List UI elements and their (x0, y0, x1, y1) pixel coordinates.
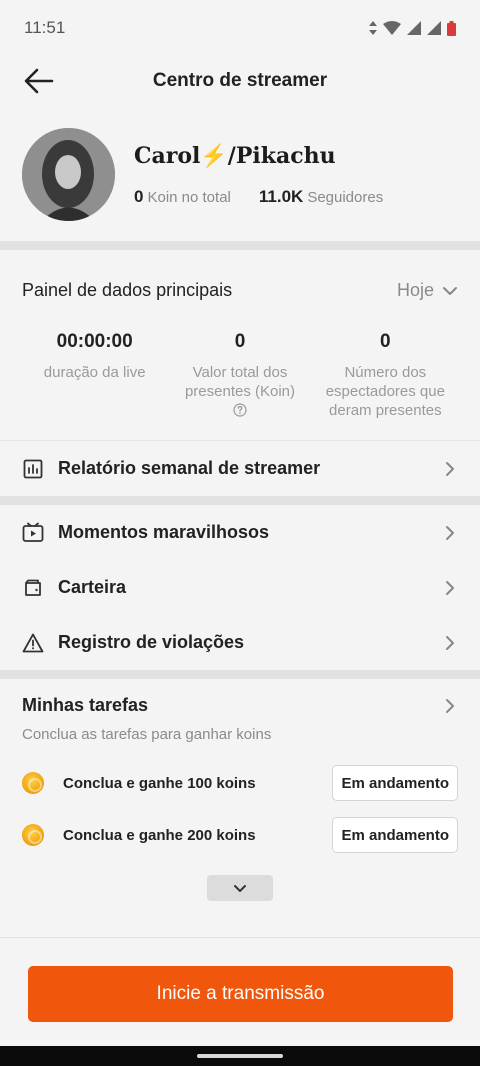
followers-label: Seguidores (307, 188, 384, 206)
tasks-subtitle: Conclua as tarefas para ganhar koins (22, 726, 272, 743)
coin-icon (22, 824, 44, 846)
profile-section: Carol⚡/Pikachu 0 Koin no total 11.0K Segui… (0, 106, 480, 241)
chevron-right-icon (442, 635, 458, 651)
signal-icon (407, 21, 421, 35)
task-status-button[interactable]: Em andamento (332, 817, 458, 853)
weekly-report-label: Relatório semanal de streamer (58, 458, 321, 478)
status-icons (369, 20, 456, 36)
avatar[interactable] (22, 128, 115, 221)
battery-icon (447, 20, 456, 36)
status-time: 11:51 (24, 18, 66, 37)
tasks-section: Minhas tarefas Conclua as tarefas para g… (0, 679, 480, 901)
home-handle[interactable] (197, 1054, 283, 1058)
wifi-icon (383, 21, 401, 35)
tasks-header[interactable]: Minhas tarefas (22, 695, 458, 716)
wallet-row[interactable]: Carteira (0, 560, 480, 615)
tasks-title: Minhas tarefas (22, 695, 149, 715)
status-bar: 11:51 (0, 0, 480, 56)
avatar-image (22, 128, 115, 221)
metric-value: 00:00:00 (56, 331, 133, 352)
chevron-right-icon (442, 698, 458, 714)
metric-value: 0 (234, 331, 246, 352)
wallet-icon (22, 577, 44, 599)
panel-header: Painel de dados principais Hoje (22, 280, 458, 301)
metric-value: 0 (380, 331, 391, 352)
warning-icon (22, 632, 44, 654)
expand-tasks (22, 875, 458, 901)
period-dropdown[interactable]: Hoje (397, 280, 458, 301)
data-arrows-icon (369, 21, 377, 35)
chevron-down-icon (234, 884, 246, 892)
period-value: Hoje (396, 280, 434, 300)
moments-row[interactable]: Momentos maravilhosos (0, 505, 480, 560)
arrow-left-icon (24, 68, 54, 94)
metric-gift-value: 0 Valor total dos presentes (Koin) (167, 331, 312, 422)
start-stream-button[interactable]: Inicie a transmissão (28, 966, 453, 1022)
chevron-right-icon (442, 525, 458, 541)
section-divider (0, 670, 480, 679)
metric-label: duração da live (43, 364, 146, 381)
koin-stat: 0 Koin no total (134, 187, 231, 207)
chevron-right-icon (442, 580, 458, 596)
violations-row[interactable]: Registro de violações (0, 615, 480, 670)
chevron-down-icon (443, 286, 457, 295)
help-icon[interactable] (233, 403, 247, 417)
wallet-label: Carteira (58, 577, 127, 597)
metric-label: Número dos espectadores que deram presen… (325, 364, 445, 419)
violations-label: Registro de violações (58, 632, 245, 652)
moments-label: Momentos maravilhosos (58, 522, 270, 542)
metric-gifting-viewers: 0 Número dos espectadores que deram pres… (313, 331, 458, 422)
koin-value: 0 (134, 186, 144, 206)
task-label: Conclua e ganhe 100 koins (63, 774, 256, 792)
chevron-right-icon (442, 461, 458, 477)
top-bar: Centro de streamer (0, 56, 480, 106)
back-button[interactable] (22, 64, 56, 98)
footer-divider (0, 937, 480, 938)
signal-icon-2 (427, 21, 441, 35)
section-divider (0, 496, 480, 505)
profile-name: Carol⚡/Pikachu (134, 142, 336, 169)
weekly-report-row[interactable]: Relatório semanal de streamer (0, 441, 480, 496)
followers-stat[interactable]: 11.0K Seguidores (259, 187, 383, 207)
profile-stats: 0 Koin no total 11.0K Seguidores (134, 187, 383, 207)
task-item: Conclua e ganhe 100 koins Em andamento (22, 757, 458, 809)
metric-live-duration: 00:00:00 duração da live (22, 331, 167, 422)
profile-info: Carol⚡/Pikachu 0 Koin no total 11.0K Segui… (134, 143, 383, 207)
metrics-row: 00:00:00 duração da live 0 Valor total d… (22, 331, 458, 422)
play-icon (22, 522, 44, 544)
system-nav-bar (0, 1046, 480, 1066)
data-panel: Painel de dados principais Hoje 00:00:00… (0, 250, 480, 440)
panel-title: Painel de dados principais (22, 280, 233, 300)
page-title: Centro de streamer (152, 70, 328, 91)
chart-icon (22, 458, 44, 480)
task-label: Conclua e ganhe 200 koins (63, 826, 256, 844)
task-status-button[interactable]: Em andamento (332, 765, 458, 801)
followers-value: 11.0K (258, 186, 304, 206)
expand-button[interactable] (207, 875, 273, 901)
metric-label: Valor total dos presentes (Koin) (184, 364, 296, 400)
task-item: Conclua e ganhe 200 koins Em andamento (22, 809, 458, 861)
koin-label: Koin no total (147, 188, 231, 206)
section-divider (0, 241, 480, 250)
coin-icon (22, 772, 44, 794)
